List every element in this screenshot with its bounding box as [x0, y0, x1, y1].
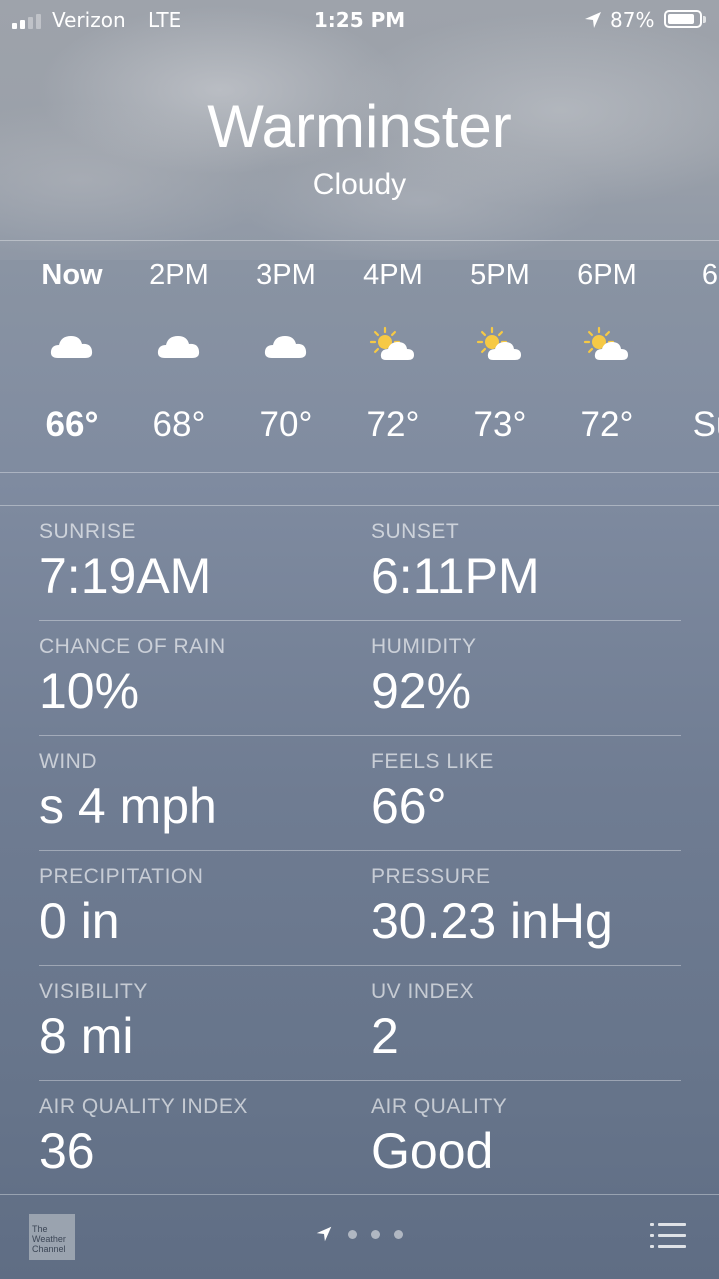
partly-sunny-icon: [368, 326, 418, 366]
hourly-time: 3PM: [256, 259, 316, 291]
detail-label: WIND: [39, 750, 97, 773]
detail-label: CHANCE OF RAIN: [39, 635, 226, 658]
detail-label: FEELS LIKE: [371, 750, 494, 773]
detail-cell: SUNSET 6:11PM: [371, 520, 540, 604]
weather-details: SUNRISE 7:19AM SUNSET 6:11PM CHANCE OF R…: [39, 506, 681, 1196]
hourly-temp: 66°: [45, 405, 99, 444]
detail-value: 0 in: [39, 893, 120, 949]
detail-row: AIR QUALITY INDEX 36 AIR QUALITY Good: [39, 1081, 681, 1196]
detail-cell: SUNRISE 7:19AM: [39, 520, 211, 604]
hourly-time: 5PM: [470, 259, 530, 291]
detail-value: 7:19AM: [39, 548, 212, 604]
detail-label: SUNSET: [371, 520, 460, 543]
detail-value: 2: [371, 1008, 399, 1064]
hourly-time: Now: [41, 259, 103, 291]
detail-value: 6:11PM: [371, 548, 540, 604]
status-bar: Verizon LTE 1:25 PM 87%: [0, 0, 719, 40]
hourly-temp: 72°: [366, 405, 420, 444]
detail-label: AIR QUALITY: [371, 1095, 508, 1118]
divider: [0, 472, 719, 473]
detail-row: VISIBILITY 8 mi UV INDEX 2: [39, 966, 681, 1081]
detail-label: PRECIPITATION: [39, 865, 204, 888]
detail-row: SUNRISE 7:19AM SUNSET 6:11PM: [39, 506, 681, 621]
detail-label: UV INDEX: [371, 980, 475, 1003]
detail-value: 36: [39, 1123, 95, 1179]
page-dot[interactable]: [394, 1229, 403, 1239]
hourly-time: 2PM: [149, 259, 209, 291]
sunset-icon: [689, 326, 719, 366]
detail-cell: VISIBILITY 8 mi: [39, 980, 148, 1064]
detail-row: CHANCE OF RAIN 10% HUMIDITY 92%: [39, 621, 681, 736]
detail-cell: UV INDEX 2: [371, 980, 474, 1064]
detail-value: s 4 mph: [39, 778, 217, 834]
detail-value: Good: [371, 1123, 494, 1179]
hourly-forecast[interactable]: Now 66° 2PM 68° 3PM 70° 4PM 72° 5PM 73° 6PM 72° 6: Su: [0, 241, 719, 472]
current-condition: Cloudy: [312, 168, 407, 201]
detail-cell: PRECIPITATION 0 in: [39, 865, 203, 949]
detail-value: 8 mi: [39, 1008, 134, 1064]
detail-cell: AIR QUALITY Good: [371, 1095, 507, 1179]
detail-label: HUMIDITY: [371, 635, 477, 658]
detail-cell: CHANCE OF RAIN 10%: [39, 635, 226, 719]
detail-label: PRESSURE: [371, 865, 491, 888]
detail-cell: AIR QUALITY INDEX 36: [39, 1095, 248, 1179]
detail-label: AIR QUALITY INDEX: [39, 1095, 248, 1118]
weather-channel-logo[interactable]: The Weather Channel: [29, 1214, 75, 1260]
detail-label: SUNRISE: [39, 520, 136, 543]
hourly-temp: 72°: [580, 405, 634, 444]
detail-row: WIND s 4 mph FEELS LIKE 66°: [39, 736, 681, 851]
page-dot[interactable]: [371, 1229, 380, 1239]
detail-value: 66°: [371, 778, 447, 834]
detail-value: 30.23 inHg: [371, 893, 613, 949]
hourly-time: 4PM: [363, 259, 423, 291]
cloud-icon: [154, 326, 204, 366]
partly-sunny-icon: [475, 326, 525, 366]
detail-value: 10%: [39, 663, 140, 719]
hourly-temp: 70°: [259, 405, 313, 444]
detail-value: 92%: [371, 663, 472, 719]
page-dot[interactable]: [348, 1229, 357, 1239]
cloud-icon: [261, 326, 311, 366]
detail-cell: HUMIDITY 92%: [371, 635, 477, 719]
detail-cell: PRESSURE 30.23 inHg: [371, 865, 613, 949]
detail-label: VISIBILITY: [39, 980, 148, 1003]
detail-cell: WIND s 4 mph: [39, 750, 217, 834]
list-icon[interactable]: [650, 1222, 686, 1250]
bottom-toolbar: The Weather Channel: [0, 1194, 719, 1279]
battery-percent: 87%: [610, 8, 655, 32]
detail-cell: FEELS LIKE 66°: [371, 750, 494, 834]
hourly-temp: 68°: [152, 405, 206, 444]
partly-sunny-icon: [582, 326, 632, 366]
page-indicator[interactable]: [314, 1224, 403, 1244]
hourly-temp: 73°: [473, 405, 527, 444]
battery-icon: [664, 10, 706, 28]
detail-row: PRECIPITATION 0 in PRESSURE 30.23 inHg: [39, 851, 681, 966]
location-services-icon: [585, 12, 601, 28]
location-arrow-icon[interactable]: [314, 1224, 334, 1244]
hourly-time: 6PM: [577, 259, 637, 291]
cloud-icon: [47, 326, 97, 366]
hourly-temp: Su: [692, 405, 719, 444]
hourly-time: 6:: [701, 259, 719, 291]
city-name: Warminster: [207, 93, 512, 160]
